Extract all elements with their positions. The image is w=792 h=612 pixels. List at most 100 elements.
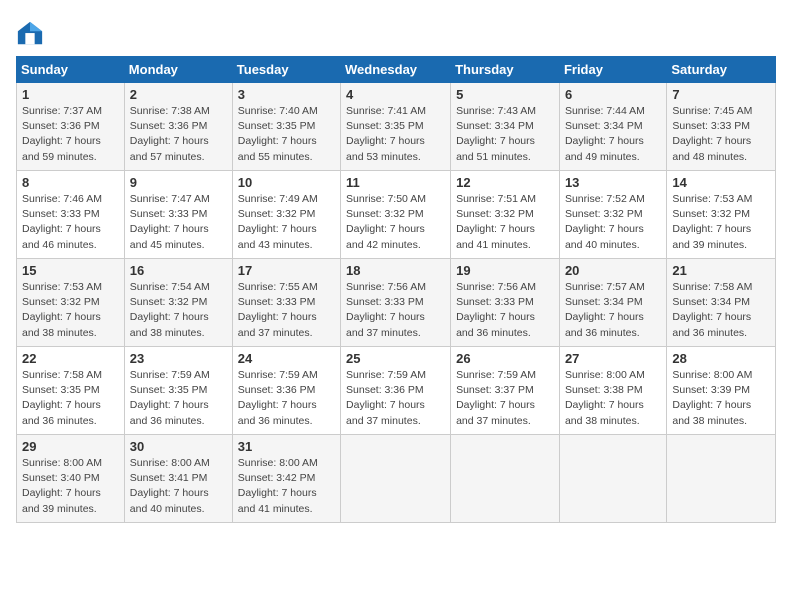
day-detail: Sunrise: 7:47 AMSunset: 3:33 PMDaylight:… — [130, 193, 210, 251]
day-number: 14 — [672, 175, 770, 190]
day-number: 21 — [672, 263, 770, 278]
day-number: 12 — [456, 175, 554, 190]
day-cell: 12 Sunrise: 7:51 AMSunset: 3:32 PMDayligh… — [451, 171, 560, 259]
day-number: 29 — [22, 439, 119, 454]
day-cell: 18 Sunrise: 7:56 AMSunset: 3:33 PMDayligh… — [341, 259, 451, 347]
day-header-friday: Friday — [559, 57, 666, 83]
week-row-3: 15 Sunrise: 7:53 AMSunset: 3:32 PMDayligh… — [17, 259, 776, 347]
day-header-monday: Monday — [124, 57, 232, 83]
day-detail: Sunrise: 7:59 AMSunset: 3:37 PMDaylight:… — [456, 369, 536, 427]
day-cell: 29 Sunrise: 8:00 AMSunset: 3:40 PMDayligh… — [17, 435, 125, 523]
day-detail: Sunrise: 8:00 AMSunset: 3:39 PMDaylight:… — [672, 369, 752, 427]
day-number: 30 — [130, 439, 227, 454]
page-container: SundayMondayTuesdayWednesdayThursdayFrid… — [0, 0, 792, 531]
week-row-1: 1 Sunrise: 7:37 AMSunset: 3:36 PMDaylight… — [17, 83, 776, 171]
day-cell: 21 Sunrise: 7:58 AMSunset: 3:34 PMDayligh… — [667, 259, 776, 347]
day-number: 18 — [346, 263, 445, 278]
day-number: 4 — [346, 87, 445, 102]
day-cell: 10 Sunrise: 7:49 AMSunset: 3:32 PMDayligh… — [232, 171, 340, 259]
calendar-body: 1 Sunrise: 7:37 AMSunset: 3:36 PMDaylight… — [17, 83, 776, 523]
day-number: 16 — [130, 263, 227, 278]
day-cell: 28Sunrise: 8:00 AMSunset: 3:39 PMDayligh… — [667, 347, 776, 435]
day-detail: Sunrise: 7:46 AMSunset: 3:33 PMDaylight:… — [22, 193, 102, 251]
day-detail: Sunrise: 7:56 AMSunset: 3:33 PMDaylight:… — [346, 281, 426, 339]
day-detail: Sunrise: 7:54 AMSunset: 3:32 PMDaylight:… — [130, 281, 210, 339]
day-number: 9 — [130, 175, 227, 190]
day-number: 31 — [238, 439, 335, 454]
week-row-4: 22Sunrise: 7:58 AMSunset: 3:35 PMDayligh… — [17, 347, 776, 435]
day-cell: 26 Sunrise: 7:59 AMSunset: 3:37 PMDayligh… — [451, 347, 560, 435]
logo-icon — [16, 20, 44, 48]
day-header-thursday: Thursday — [451, 57, 560, 83]
day-cell: 13 Sunrise: 7:52 AMSunset: 3:32 PMDayligh… — [559, 171, 666, 259]
day-detail: Sunrise: 8:00 AMSunset: 3:41 PMDaylight:… — [130, 457, 210, 515]
day-detail: Sunrise: 7:50 AMSunset: 3:32 PMDaylight:… — [346, 193, 426, 251]
day-number: 19 — [456, 263, 554, 278]
day-number: 20 — [565, 263, 661, 278]
day-number: 17 — [238, 263, 335, 278]
day-cell: 11 Sunrise: 7:50 AMSunset: 3:32 PMDayligh… — [341, 171, 451, 259]
day-detail: Sunrise: 7:40 AMSunset: 3:35 PMDaylight:… — [238, 105, 318, 163]
day-detail: Sunrise: 7:53 AMSunset: 3:32 PMDaylight:… — [22, 281, 102, 339]
day-number: 2 — [130, 87, 227, 102]
calendar-header: SundayMondayTuesdayWednesdayThursdayFrid… — [17, 57, 776, 83]
day-number: 27 — [565, 351, 661, 366]
day-number: 26 — [456, 351, 554, 366]
day-cell: 14Sunrise: 7:53 AMSunset: 3:32 PMDayligh… — [667, 171, 776, 259]
day-detail: Sunrise: 7:41 AMSunset: 3:35 PMDaylight:… — [346, 105, 426, 163]
week-row-2: 8Sunrise: 7:46 AMSunset: 3:33 PMDaylight… — [17, 171, 776, 259]
day-header-wednesday: Wednesday — [341, 57, 451, 83]
day-number: 11 — [346, 175, 445, 190]
day-number: 3 — [238, 87, 335, 102]
day-cell: 25Sunrise: 7:59 AMSunset: 3:36 PMDayligh… — [341, 347, 451, 435]
day-number: 24 — [238, 351, 335, 366]
day-detail: Sunrise: 7:59 AMSunset: 3:36 PMDaylight:… — [346, 369, 426, 427]
week-row-5: 29 Sunrise: 8:00 AMSunset: 3:40 PMDayligh… — [17, 435, 776, 523]
day-cell: 2 Sunrise: 7:38 AMSunset: 3:36 PMDaylight… — [124, 83, 232, 171]
day-detail: Sunrise: 7:59 AMSunset: 3:36 PMDaylight:… — [238, 369, 318, 427]
day-cell: 30 Sunrise: 8:00 AMSunset: 3:41 PMDayligh… — [124, 435, 232, 523]
logo — [16, 20, 46, 48]
day-detail: Sunrise: 7:55 AMSunset: 3:33 PMDaylight:… — [238, 281, 318, 339]
day-cell: 6Sunrise: 7:44 AMSunset: 3:34 PMDaylight… — [559, 83, 666, 171]
day-cell — [559, 435, 666, 523]
day-detail: Sunrise: 7:52 AMSunset: 3:32 PMDaylight:… — [565, 193, 645, 251]
day-cell: 31 Sunrise: 8:00 AMSunset: 3:42 PMDayligh… — [232, 435, 340, 523]
day-header-saturday: Saturday — [667, 57, 776, 83]
day-cell — [667, 435, 776, 523]
day-detail: Sunrise: 7:59 AMSunset: 3:35 PMDaylight:… — [130, 369, 210, 427]
day-number: 15 — [22, 263, 119, 278]
day-detail: Sunrise: 7:49 AMSunset: 3:32 PMDaylight:… — [238, 193, 318, 251]
day-cell: 1 Sunrise: 7:37 AMSunset: 3:36 PMDaylight… — [17, 83, 125, 171]
header-row: SundayMondayTuesdayWednesdayThursdayFrid… — [17, 57, 776, 83]
day-header-tuesday: Tuesday — [232, 57, 340, 83]
day-cell — [341, 435, 451, 523]
day-detail: Sunrise: 7:43 AMSunset: 3:34 PMDaylight:… — [456, 105, 536, 163]
day-cell: 15 Sunrise: 7:53 AMSunset: 3:32 PMDayligh… — [17, 259, 125, 347]
day-number: 10 — [238, 175, 335, 190]
day-cell: 19 Sunrise: 7:56 AMSunset: 3:33 PMDayligh… — [451, 259, 560, 347]
day-cell: 3 Sunrise: 7:40 AMSunset: 3:35 PMDaylight… — [232, 83, 340, 171]
day-cell: 16 Sunrise: 7:54 AMSunset: 3:32 PMDayligh… — [124, 259, 232, 347]
day-detail: Sunrise: 7:56 AMSunset: 3:33 PMDaylight:… — [456, 281, 536, 339]
day-number: 5 — [456, 87, 554, 102]
day-header-sunday: Sunday — [17, 57, 125, 83]
day-number: 13 — [565, 175, 661, 190]
day-detail: Sunrise: 7:58 AMSunset: 3:34 PMDaylight:… — [672, 281, 752, 339]
day-detail: Sunrise: 7:37 AMSunset: 3:36 PMDaylight:… — [22, 105, 102, 163]
day-cell: 9 Sunrise: 7:47 AMSunset: 3:33 PMDaylight… — [124, 171, 232, 259]
day-detail: Sunrise: 8:00 AMSunset: 3:42 PMDaylight:… — [238, 457, 318, 515]
day-detail: Sunrise: 7:38 AMSunset: 3:36 PMDaylight:… — [130, 105, 210, 163]
day-detail: Sunrise: 7:45 AMSunset: 3:33 PMDaylight:… — [672, 105, 752, 163]
day-number: 6 — [565, 87, 661, 102]
day-cell: 22Sunrise: 7:58 AMSunset: 3:35 PMDayligh… — [17, 347, 125, 435]
day-detail: Sunrise: 7:58 AMSunset: 3:35 PMDaylight:… — [22, 369, 102, 427]
day-number: 1 — [22, 87, 119, 102]
day-number: 7 — [672, 87, 770, 102]
day-cell: 20Sunrise: 7:57 AMSunset: 3:34 PMDayligh… — [559, 259, 666, 347]
day-cell: 7 Sunrise: 7:45 AMSunset: 3:33 PMDaylight… — [667, 83, 776, 171]
day-cell: 23Sunrise: 7:59 AMSunset: 3:35 PMDayligh… — [124, 347, 232, 435]
day-detail: Sunrise: 8:00 AMSunset: 3:40 PMDaylight:… — [22, 457, 102, 515]
day-detail: Sunrise: 7:51 AMSunset: 3:32 PMDaylight:… — [456, 193, 536, 251]
header — [16, 16, 776, 48]
